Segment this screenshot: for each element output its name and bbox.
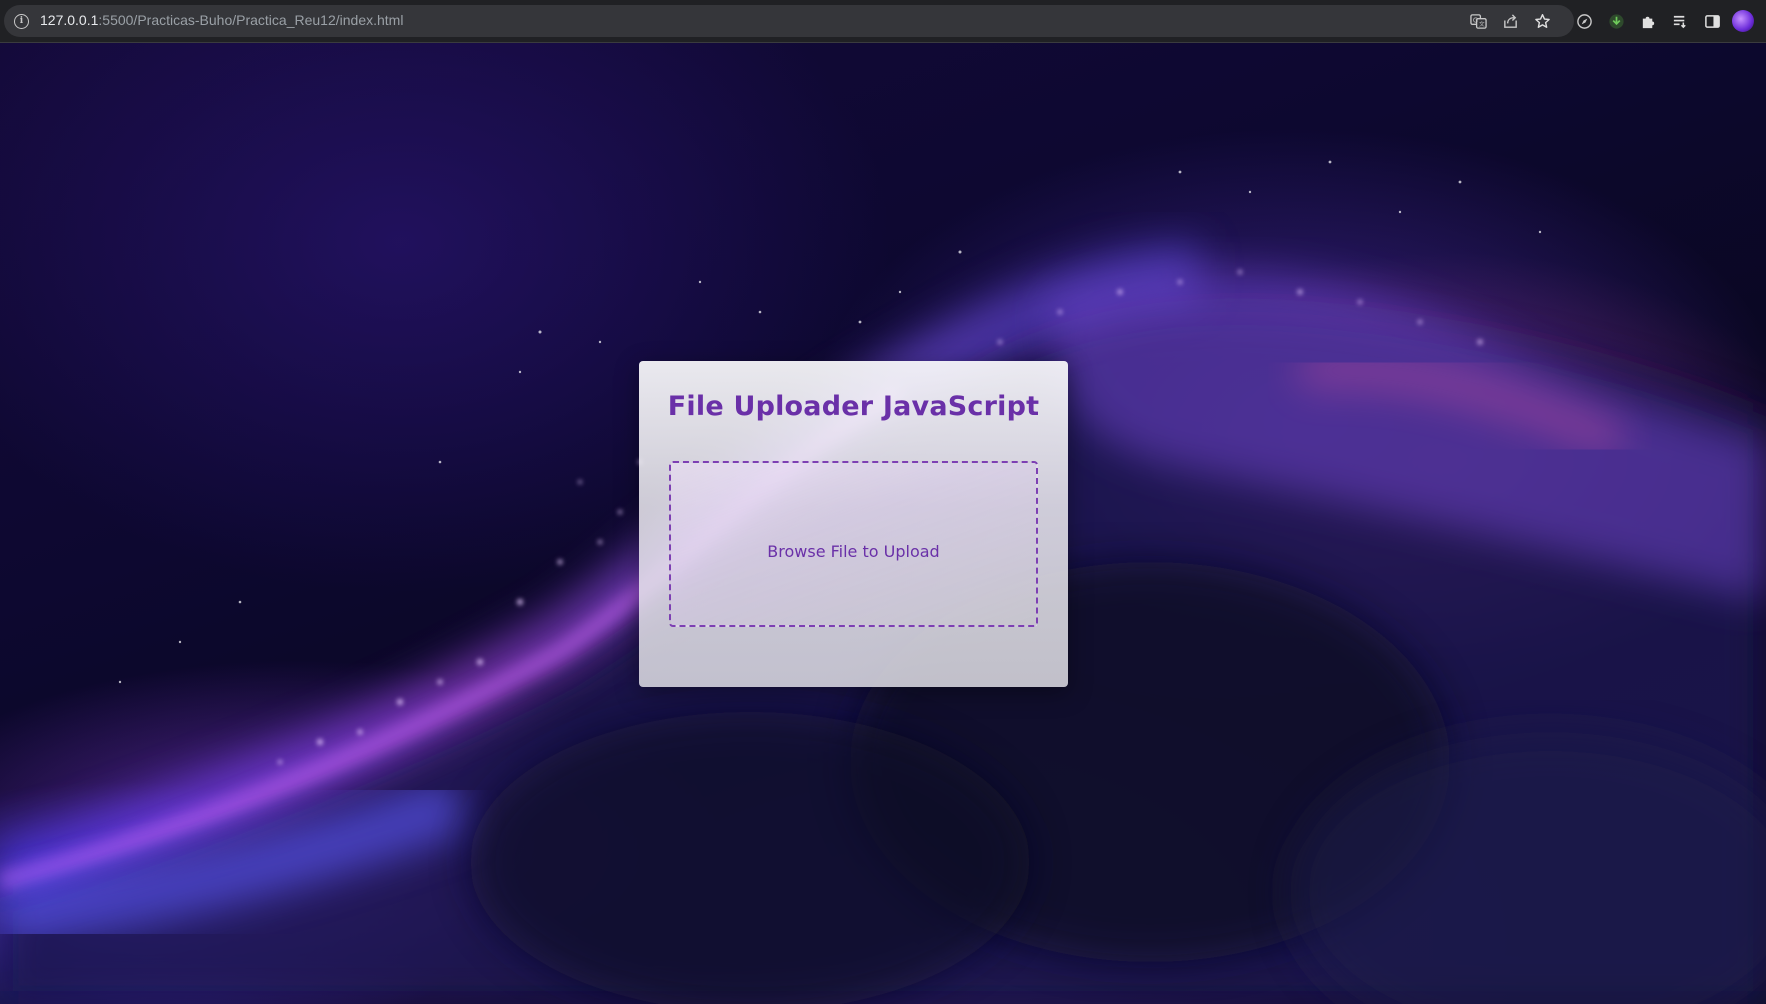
url-path: :5500/Practicas-Buho/Practica_Reu12/inde… xyxy=(98,12,404,28)
puzzle-extensions-icon[interactable] xyxy=(1634,7,1662,35)
download-extension-icon[interactable] xyxy=(1602,7,1630,35)
url-host: 127.0.0.1 xyxy=(40,12,99,28)
profile-avatar[interactable] xyxy=(1732,10,1754,32)
address-bar[interactable]: i 127.0.0.1:5500/Practicas-Buho/Practica… xyxy=(4,5,1574,37)
url-text[interactable]: 127.0.0.1:5500/Practicas-Buho/Practica_R… xyxy=(40,12,403,28)
browser-toolbar: i 127.0.0.1:5500/Practicas-Buho/Practica… xyxy=(0,0,1766,43)
file-uploader-card: File Uploader JavaScript Browse File to … xyxy=(639,361,1068,687)
svg-text:G: G xyxy=(1472,16,1477,24)
uploader-title: File Uploader JavaScript xyxy=(667,391,1040,422)
side-panel-icon[interactable] xyxy=(1698,7,1726,35)
bookmark-star-icon[interactable] xyxy=(1528,7,1556,35)
svg-text:文: 文 xyxy=(1478,20,1484,28)
translate-icon[interactable]: G文 xyxy=(1464,7,1492,35)
share-icon[interactable] xyxy=(1496,7,1524,35)
reading-list-icon[interactable] xyxy=(1666,7,1694,35)
browse-file-label[interactable]: Browse File to Upload xyxy=(671,542,1036,561)
compass-extension-icon[interactable] xyxy=(1570,7,1598,35)
browse-file-dropzone[interactable]: Browse File to Upload xyxy=(669,461,1038,627)
toolbar-icons: G文 xyxy=(1460,6,1754,36)
info-icon[interactable]: i xyxy=(14,14,29,29)
browser-viewport: i 127.0.0.1:5500/Practicas-Buho/Practica… xyxy=(0,0,1766,1004)
